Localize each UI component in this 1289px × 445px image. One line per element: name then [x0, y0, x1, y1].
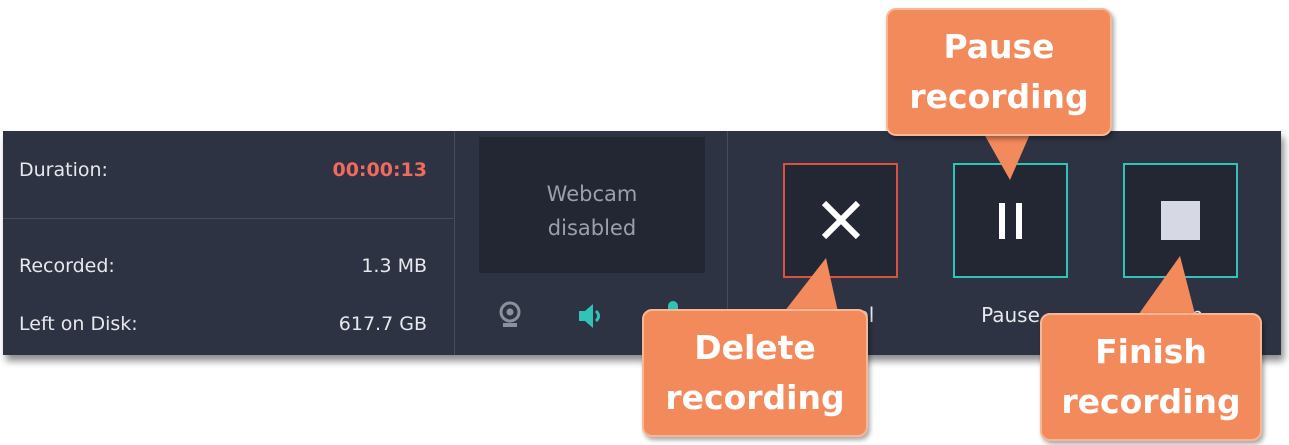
finish-callout-line1: Finish [1095, 332, 1207, 371]
delete-callout-line1: Delete [694, 328, 816, 367]
delete-callout: Delete recording [642, 309, 868, 437]
finish-callout-line2: recording [1061, 382, 1241, 421]
pause-callout-line2: recording [909, 77, 1089, 116]
delete-callout-line2: recording [665, 378, 845, 417]
finish-callout: Finish recording [1040, 313, 1262, 441]
pause-callout-line1: Pause [943, 27, 1055, 66]
pause-callout-pointer [984, 134, 1030, 180]
delete-callout-pointer [784, 258, 838, 312]
pause-callout: Pause recording [886, 8, 1112, 136]
finish-callout-pointer [1136, 256, 1196, 318]
